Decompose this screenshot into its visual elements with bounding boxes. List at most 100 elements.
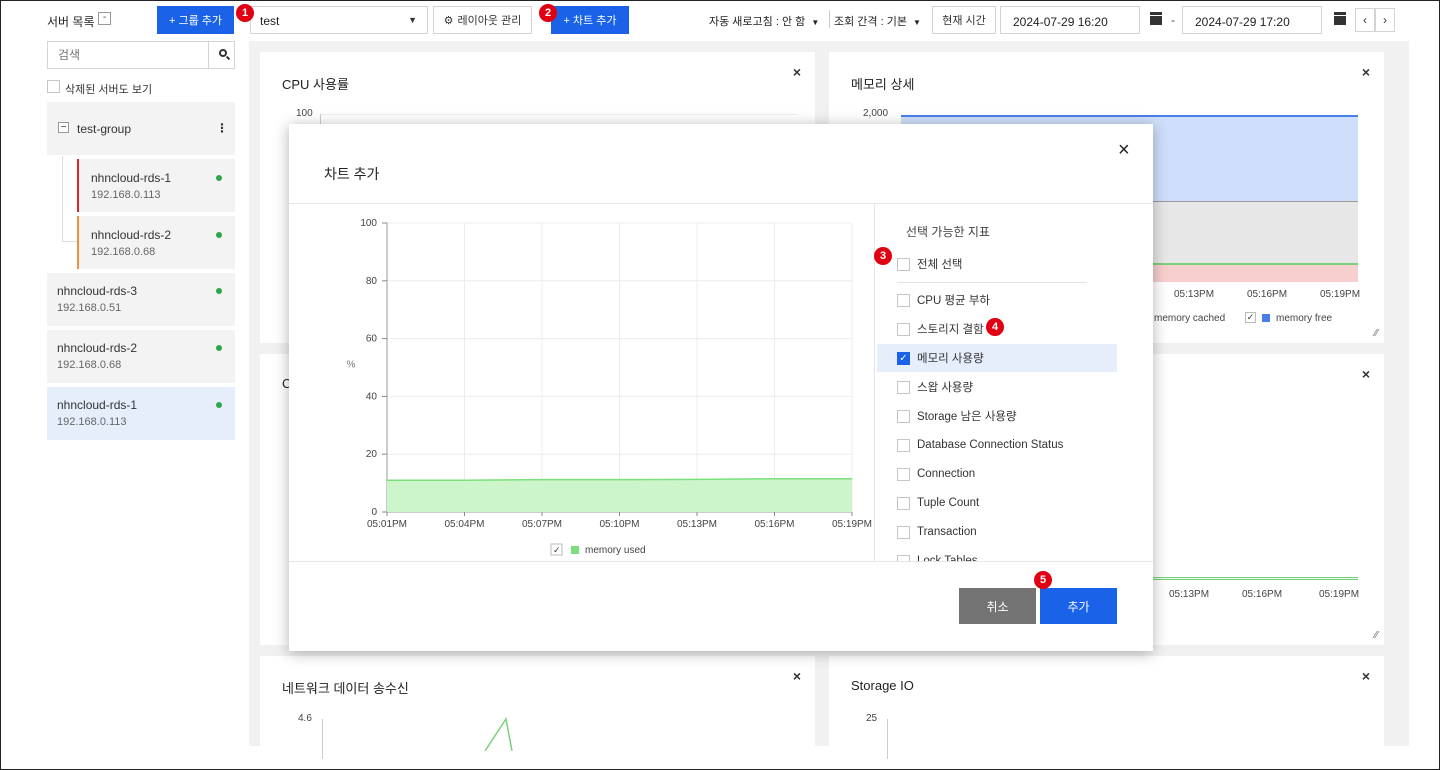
next-period-button[interactable]: › xyxy=(1375,8,1395,32)
server-color-marker xyxy=(77,216,79,269)
step-badge: 1 xyxy=(236,4,254,22)
calendar-icon[interactable] xyxy=(1149,12,1163,25)
group-server-item[interactable]: nhncloud-rds-2 192.168.0.68 xyxy=(77,216,235,269)
group-menu-icon[interactable]: ⋮ xyxy=(216,121,228,135)
y-tick-label: 40 xyxy=(366,391,378,402)
panel-title: 네트워크 데이터 송수신 xyxy=(282,681,409,696)
add-chart-dialog: 차트 추가 × 0 20 40 60 80 100 05:01PM 05:04PM 05:07P… xyxy=(289,124,1153,651)
checkbox-box xyxy=(897,380,910,394)
checkbox-box xyxy=(897,467,910,481)
metric-option[interactable]: ✓ 메모리 사용량 xyxy=(877,344,1117,372)
select-all-checkbox[interactable]: 전체 선택 xyxy=(877,250,1117,278)
metric-option[interactable]: CPU 평균 부하 xyxy=(877,286,1117,314)
grid-line xyxy=(320,114,797,115)
x-tick-label: 05:19PM xyxy=(832,519,872,530)
close-icon[interactable]: × xyxy=(1362,64,1370,80)
metric-label: 스왑 사용량 xyxy=(917,382,974,394)
group-server-item[interactable]: nhncloud-rds-1 192.168.0.113 xyxy=(77,159,235,212)
chevron-down-icon: ▼ xyxy=(408,15,417,25)
server-color-marker xyxy=(77,159,79,212)
legend-swatch xyxy=(571,546,579,554)
metric-option[interactable]: Database Connection Status xyxy=(877,431,1117,459)
y-tick-label: 60 xyxy=(366,334,378,345)
cancel-button[interactable]: 취소 xyxy=(959,588,1036,624)
x-tick-label: 05:16PM xyxy=(1242,589,1283,600)
date-to-input[interactable]: 2024-07-29 17:20 xyxy=(1182,6,1322,34)
metric-option[interactable]: Tuple Count xyxy=(877,489,1117,517)
server-ip: 192.168.0.68 xyxy=(91,246,156,258)
add-button[interactable]: 추가 xyxy=(1040,588,1117,624)
show-deleted-checkbox[interactable] xyxy=(47,80,60,93)
server-search xyxy=(47,41,235,69)
metric-option[interactable]: Storage 남은 사용량 xyxy=(877,402,1117,430)
checkbox-checked: ✓ xyxy=(897,351,910,365)
close-icon[interactable]: × xyxy=(1362,668,1370,684)
server-item[interactable]: nhncloud-rds-2 192.168.0.68 xyxy=(47,330,235,383)
group-collapse-toggle[interactable]: − xyxy=(58,122,69,133)
close-icon[interactable]: × xyxy=(1118,139,1130,162)
network-series-line xyxy=(484,717,513,751)
server-group-test-group[interactable]: − test-group ⋮ xyxy=(47,102,235,155)
close-icon[interactable]: × xyxy=(793,668,801,684)
search-icon[interactable] xyxy=(218,48,232,62)
date-from-input[interactable]: 2024-07-29 16:20 xyxy=(1000,6,1140,34)
legend-label: memory used xyxy=(585,545,646,556)
resize-handle-icon[interactable]: ⁄⁄ xyxy=(1375,630,1378,641)
metric-label: 스토리지 결함 xyxy=(917,324,984,336)
add-group-button[interactable]: + 그룹 추가 xyxy=(157,6,234,34)
x-tick-label: 05:16PM xyxy=(754,519,794,530)
metric-option[interactable]: Transaction xyxy=(877,518,1117,546)
server-ip: 192.168.0.113 xyxy=(91,189,161,201)
y-tick-label: 80 xyxy=(366,276,378,287)
calendar-icon[interactable] xyxy=(1333,12,1347,25)
group-name: test-group xyxy=(77,122,132,136)
show-deleted-label: 삭제된 서버도 보기 xyxy=(65,84,153,96)
status-dot xyxy=(216,175,222,181)
server-name: nhncloud-rds-2 xyxy=(57,341,138,355)
interval-dropdown[interactable]: 조회 간격 : 기본 ▼ xyxy=(834,13,921,29)
auto-refresh-dropdown[interactable]: 자동 새로고침 : 안 함 ▼ xyxy=(709,13,819,29)
server-ip: 192.168.0.113 xyxy=(57,416,127,428)
resize-handle-icon[interactable]: ⁄⁄ xyxy=(1375,328,1378,339)
metric-label: 메모리 사용량 xyxy=(917,353,984,365)
prev-period-button[interactable]: ‹ xyxy=(1355,8,1375,32)
current-time-button[interactable]: 현재 시간 xyxy=(932,6,996,34)
status-dot xyxy=(216,345,222,351)
metric-option[interactable]: Connection xyxy=(877,460,1117,488)
top-toolbar: 서버 목록 - + 그룹 추가 test ▼ ⚙ 레이아웃 관리 + 차트 추가… xyxy=(1,1,1439,41)
date-to-value: 2024-07-29 17:20 xyxy=(1195,15,1290,29)
metric-label: Tuple Count xyxy=(917,497,980,509)
search-input[interactable] xyxy=(48,42,208,68)
layout-manage-button[interactable]: ⚙ 레이아웃 관리 xyxy=(433,6,532,34)
chevron-down-icon: ▼ xyxy=(913,18,921,27)
x-tick-label: 05:19PM xyxy=(1319,589,1360,600)
y-tick-label: 2,000 xyxy=(863,108,889,119)
metric-label: Transaction xyxy=(917,526,977,538)
x-tick-label: 05:01PM xyxy=(367,519,407,530)
legend-memory-free: memory free xyxy=(1276,313,1333,324)
server-item-selected[interactable]: nhncloud-rds-1 192.168.0.113 xyxy=(47,387,235,440)
x-tick-label: 05:07PM xyxy=(522,519,562,530)
metric-label: Connection xyxy=(917,468,976,480)
metric-option[interactable]: Lock Tables xyxy=(877,547,1117,561)
step-badge: 3 xyxy=(874,247,892,265)
x-tick-label: 05:10PM xyxy=(599,519,639,530)
storage-io-panel: Storage IO × 25 xyxy=(829,656,1384,759)
checkbox-box xyxy=(897,322,910,336)
close-icon[interactable]: × xyxy=(1362,366,1370,382)
legend-checkbox[interactable]: ✓ xyxy=(1245,312,1256,323)
layout-select[interactable]: test ▼ xyxy=(250,6,428,34)
close-icon[interactable]: × xyxy=(793,64,801,80)
checkbox-box xyxy=(897,525,910,539)
metric-option[interactable]: 스왑 사용량 xyxy=(877,373,1117,401)
server-name: nhncloud-rds-1 xyxy=(91,171,172,185)
collapse-all-button[interactable]: - xyxy=(98,12,111,25)
y-tick-label: 100 xyxy=(296,108,313,119)
add-chart-button[interactable]: + 차트 추가 xyxy=(551,6,629,34)
y-tick-label: 100 xyxy=(360,218,377,229)
server-name: nhncloud-rds-3 xyxy=(57,284,138,298)
server-item[interactable]: nhncloud-rds-3 192.168.0.51 xyxy=(47,273,235,326)
checkbox-box xyxy=(897,409,910,423)
metrics-heading: 선택 가능한 지표 xyxy=(906,225,990,239)
panel-title: 메모리 상세 xyxy=(851,77,915,92)
